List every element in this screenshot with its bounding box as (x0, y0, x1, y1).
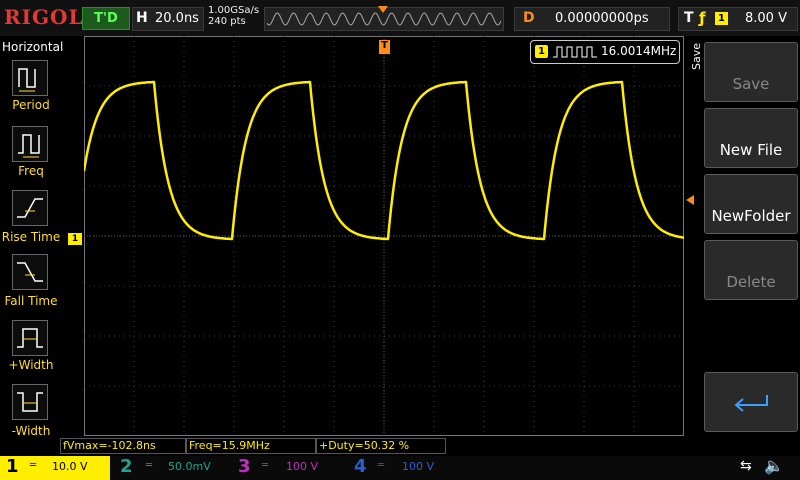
channel-3-coupling-icon: ═ (262, 460, 269, 471)
positive-width-icon[interactable] (12, 320, 48, 356)
frequency-label[interactable]: Freq (0, 164, 62, 178)
channel-4-scale[interactable]: 100 V (402, 460, 434, 473)
channel-2-scale[interactable]: 50.0mV (168, 460, 211, 473)
channel-1-offset-marker[interactable]: 1 (68, 233, 82, 245)
counter-channel-badge: 1 (535, 45, 548, 58)
timebase-value: 20.0ns (155, 11, 199, 26)
save-button-label: Save (732, 75, 770, 93)
rise-time-label[interactable]: Rise Time (0, 230, 62, 244)
fall-time-icon[interactable] (12, 254, 48, 290)
channel-2-coupling-icon: ═ (146, 460, 153, 471)
frequency-counter: 1 16.0014MHz (530, 40, 680, 64)
delay-box[interactable]: D 0.00000000ps (514, 7, 670, 31)
dc-coupling-icon: ═ (30, 460, 37, 471)
channel-1-number[interactable]: 1 (6, 456, 19, 477)
frequency-icon[interactable] (12, 126, 48, 162)
channel-1-scale[interactable]: 10.0 V (52, 460, 88, 473)
period-icon[interactable] (12, 60, 48, 96)
delete-label: Delete (726, 273, 776, 291)
fall-time-label[interactable]: Fall Time (0, 294, 62, 308)
measurement-freq: Freq=15.9MHz (186, 438, 316, 454)
usb-icon: ⇆ (740, 458, 752, 474)
delay-value: 0.00000000ps (555, 11, 649, 26)
trigger-level-marker-icon[interactable] (686, 195, 694, 205)
horizontal-key: H (136, 10, 148, 26)
measurement-duty: +Duty=50.32 % (316, 438, 446, 454)
negative-width-icon[interactable] (12, 384, 48, 420)
delay-key: D (523, 10, 535, 26)
save-button[interactable]: Save (704, 42, 798, 102)
trigger-status-badge: T'D (82, 7, 130, 30)
graticule (84, 36, 684, 436)
channel-4-coupling-icon: ═ (378, 460, 385, 471)
trigger-level: 8.00 V (745, 11, 787, 26)
trigger-key: T (684, 10, 694, 26)
channel-3-number[interactable]: 3 (238, 456, 251, 477)
sample-rate-info: 1.00GSa/s 240 pts (208, 5, 259, 27)
sample-rate: 1.00GSa/s (208, 5, 260, 16)
square-wave-icon (553, 46, 597, 58)
rigol-logo: RIGOL (4, 5, 84, 29)
new-folder-button[interactable]: NewFolder (704, 174, 798, 234)
channel-3-scale[interactable]: 100 V (286, 460, 318, 473)
period-label[interactable]: Period (0, 98, 62, 112)
speaker-muted-icon[interactable]: 🔈 (764, 456, 784, 475)
trigger-box[interactable]: T ƒ 1 8.00 V (678, 7, 798, 31)
positive-width-label[interactable]: +Width (0, 358, 62, 372)
measure-menu-title: Horizontal (2, 40, 64, 54)
trigger-position-icon: T (379, 40, 390, 54)
trigger-position-marker-icon (378, 6, 388, 13)
channel-4-number[interactable]: 4 (354, 456, 367, 477)
new-folder-label: NewFolder (711, 207, 791, 225)
measurement-fvmax: fVmax=-102.8ns (60, 438, 186, 454)
rising-edge-icon: ƒ (699, 9, 706, 27)
waveform-display[interactable] (82, 36, 685, 436)
delete-button[interactable]: Delete (704, 240, 798, 300)
waveform-grid-svg (82, 36, 685, 436)
horizontal-timebase-box[interactable]: H 20.0ns (132, 7, 204, 31)
new-file-button[interactable]: New File (704, 108, 798, 168)
trigger-source-badge: 1 (715, 12, 728, 25)
return-arrow-icon (734, 395, 768, 412)
rise-time-icon[interactable] (12, 190, 48, 226)
back-button[interactable] (704, 372, 798, 432)
new-file-label: New File (719, 141, 783, 159)
negative-width-label[interactable]: -Width (0, 424, 62, 438)
memory-depth: 240 pts (208, 16, 246, 27)
save-menu-title: Save (690, 42, 703, 70)
channel-2-number[interactable]: 2 (120, 456, 133, 477)
counter-frequency: 16.0014MHz (601, 44, 677, 58)
